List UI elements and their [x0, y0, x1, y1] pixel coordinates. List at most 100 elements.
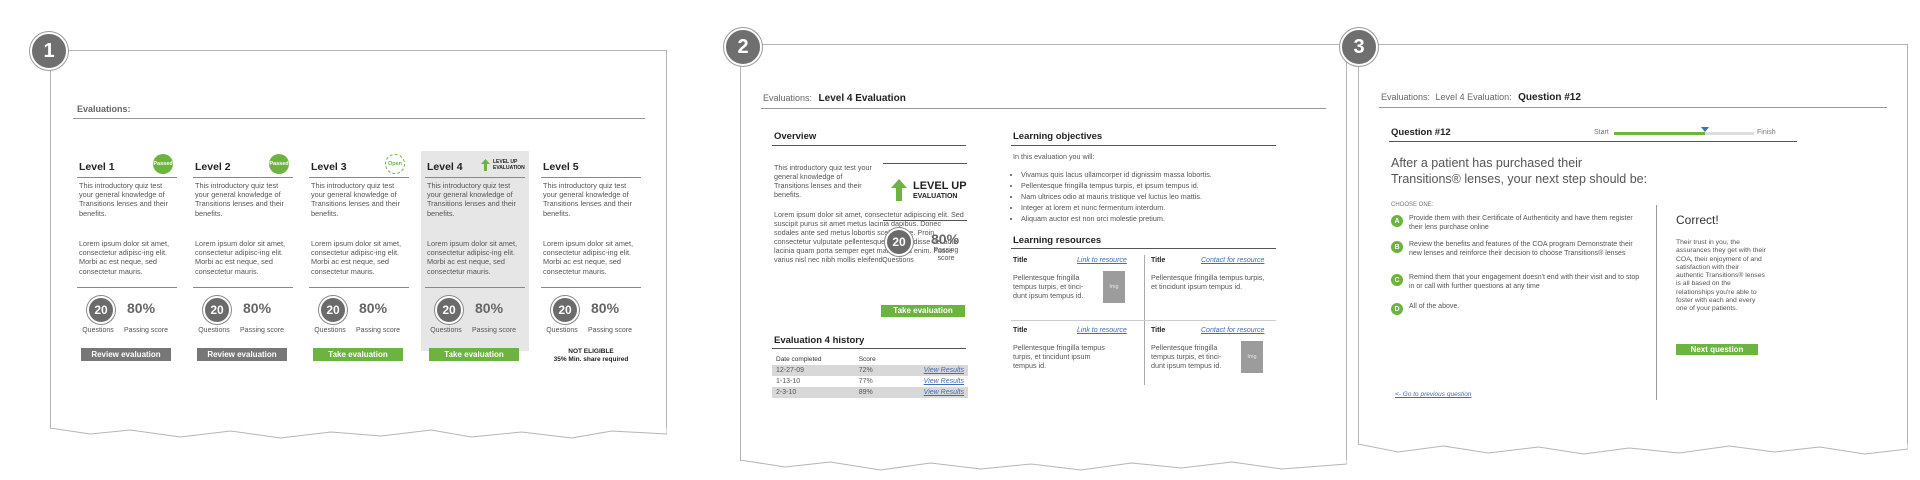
questions-label: Questions	[198, 327, 230, 334]
resource-title: Title	[1013, 327, 1028, 334]
question-text: After a patient has purchased their Tran…	[1391, 156, 1648, 186]
level-description: This introductory quiz test your general…	[195, 181, 284, 218]
level-title: Level 2	[195, 161, 231, 173]
resource-item: Title Contact for resource Pellentesque …	[1151, 327, 1276, 387]
passing-label: Passing score	[356, 327, 400, 334]
history-table: Date completed Score 12-27-09 72% View R…	[772, 354, 968, 398]
questions-label: Questions	[314, 327, 346, 334]
level-card-4: Level 4 LEVEL UP EVALUATION This introdu…	[421, 151, 531, 361]
view-results-link[interactable]: View Results	[924, 389, 964, 396]
take-evaluation-button[interactable]: Take evaluation	[881, 305, 965, 317]
resource-body: Pellentesque fringilla tempus turpis, et…	[1013, 273, 1084, 300]
progress-fill	[1614, 132, 1705, 135]
divider	[77, 287, 177, 288]
feedback-title: Correct!	[1676, 213, 1719, 227]
feedback-divider	[1656, 205, 1657, 400]
resource-title: Title	[1151, 257, 1166, 264]
divider	[772, 348, 966, 349]
header-divider	[1379, 107, 1887, 108]
resource-link[interactable]: Link to resource	[1077, 327, 1127, 334]
view-results-link[interactable]: View Results	[924, 367, 964, 374]
review-evaluation-button[interactable]: Review evaluation	[81, 348, 171, 361]
torn-edge	[740, 460, 1347, 471]
level-description: This introductory quiz test your general…	[427, 181, 516, 218]
header-label: Evaluations:	[77, 104, 131, 114]
progress-finish-label: Finish	[1757, 129, 1776, 136]
step-badge-2: 2	[724, 28, 762, 66]
list-item: Vivamus quis lacus ullamcorper id dignis…	[1021, 169, 1286, 180]
answer-option-a[interactable]: A Provide them with their Certificate of…	[1391, 215, 1644, 232]
passed-sticker-icon: Passed	[269, 154, 289, 174]
torn-edge	[50, 428, 667, 439]
answer-key: B	[1391, 241, 1403, 253]
view-results-link[interactable]: View Results	[924, 378, 964, 385]
resource-link[interactable]: Link to resource	[1077, 257, 1127, 264]
divider	[77, 177, 177, 178]
resource-link[interactable]: Contact for resource	[1201, 257, 1264, 264]
date-cell: 1-13-10	[776, 378, 801, 385]
questions-count: 20	[435, 296, 463, 324]
answer-option-d[interactable]: D All of the above.	[1391, 303, 1644, 315]
list-item: Nam ultrices odio at mauris tristique ve…	[1021, 191, 1286, 202]
level-body: Lorem ipsum dolor sit amet, consectetur …	[427, 239, 518, 276]
level-up-sticker: LEVEL UP EVALUATION	[481, 159, 531, 171]
take-evaluation-button[interactable]: Take evaluation	[313, 348, 403, 361]
resource-image: Img	[1241, 341, 1263, 373]
table-row: 1-13-10 77% View Results	[772, 376, 968, 387]
resource-title: Title	[1151, 327, 1166, 334]
list-item: Aliquam auctor est non orci molestie pre…	[1021, 213, 1286, 224]
breadcrumb-root[interactable]: Evaluations:	[1381, 92, 1430, 102]
answer-key: D	[1391, 303, 1403, 315]
questions-label: Questions	[546, 327, 578, 334]
progress-bar	[1614, 127, 1754, 135]
divider	[541, 287, 641, 288]
feedback-body: Their trust in you, the assurances they …	[1676, 239, 1766, 313]
breadcrumb: Evaluations: Level 4 Evaluation	[763, 93, 906, 104]
score-cell: 77%	[858, 378, 873, 385]
objectives-list: Vivamus quis lacus ullamcorper id dignis…	[1011, 169, 1286, 224]
level-description: This introductory quiz test your general…	[311, 181, 400, 218]
resource-link[interactable]: Contact for resource	[1201, 327, 1264, 334]
answer-text: All of the above.	[1409, 303, 1460, 310]
passing-score: 80%	[127, 300, 156, 316]
passing-score: 80%	[475, 300, 504, 316]
answer-option-c[interactable]: C Remind them that your engagement doesn…	[1391, 274, 1644, 291]
up-arrow-icon	[891, 179, 907, 201]
step-badge-3: 3	[1340, 28, 1378, 66]
resource-title: Title	[1013, 257, 1028, 264]
divider	[309, 287, 409, 288]
divider	[309, 177, 409, 178]
level-body: Lorem ipsum dolor sit amet, consectetur …	[79, 239, 170, 276]
answer-text: Remind them that your engagement doesn't…	[1409, 274, 1640, 290]
level-up-line1: LEVEL UP	[913, 180, 967, 192]
breadcrumb-level[interactable]: Level 4 Evaluation:	[1436, 92, 1512, 102]
answer-option-b[interactable]: B Review the benefits and features of th…	[1391, 241, 1644, 258]
table-row: 2-3-10 89% View Results	[772, 387, 968, 398]
step-badge-1: 1	[30, 32, 68, 70]
review-evaluation-button[interactable]: Review evaluation	[197, 348, 287, 361]
level-up-logo: LEVEL UP EVALUATION	[883, 163, 967, 221]
questions-count: 20	[87, 296, 115, 324]
divider	[425, 287, 525, 288]
date-cell: 2-3-10	[772, 387, 855, 398]
list-item: Integer at lorem et nunc fermentum inter…	[1021, 202, 1286, 213]
answer-text: Review the benefits and features of the …	[1409, 241, 1633, 257]
level-description: This introductory quiz test your general…	[543, 181, 632, 218]
history-heading: Evaluation 4 history	[774, 335, 865, 346]
progress-marker-icon	[1701, 127, 1709, 132]
questions-count: 20	[551, 296, 579, 324]
resources-heading: Learning resources	[1013, 235, 1102, 246]
level-title: Level 3	[311, 161, 347, 173]
progress-start-label: Start	[1594, 129, 1609, 136]
overview-heading: Overview	[774, 131, 817, 142]
next-question-button[interactable]: Next question	[1676, 344, 1758, 355]
previous-question-link[interactable]: <- Go to previous question	[1395, 391, 1471, 398]
questions-label: Questions	[82, 327, 114, 334]
level-title: Level 1	[79, 161, 115, 173]
breadcrumb-root[interactable]: Evaluations:	[763, 93, 812, 103]
objectives-heading: Learning objectives	[1013, 131, 1103, 142]
take-evaluation-button[interactable]: Take evaluation	[429, 348, 519, 361]
not-eligible-label: NOT ELIGIBLE	[568, 348, 614, 355]
breadcrumb: Evaluations: Level 4 Evaluation: Questio…	[1381, 92, 1581, 103]
open-sticker-icon: Open	[385, 154, 405, 174]
